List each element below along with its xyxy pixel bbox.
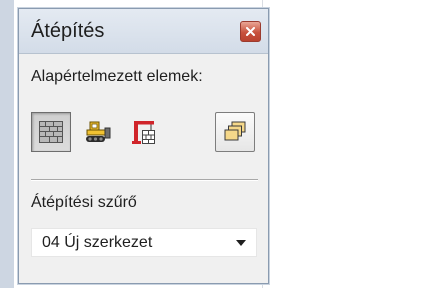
close-icon [246, 27, 255, 36]
renovation-filter-value: 04 Új szerkezet [42, 234, 153, 251]
close-button[interactable] [240, 21, 261, 42]
brick-wall-icon [39, 121, 63, 143]
layers-copy-icon [224, 121, 246, 141]
demolish-elements-button[interactable] [77, 112, 117, 152]
chevron-down-icon [236, 240, 246, 246]
crane-icon [132, 121, 155, 144]
override-settings-button[interactable] [215, 112, 255, 152]
renovation-palette: Átépítés Alapértelmezett elemek: Átépíté… [18, 8, 269, 284]
default-elements-label: Alapértelmezett elemek: [31, 68, 203, 85]
bulldozer-icon [86, 121, 111, 142]
background-right-area [272, 0, 430, 288]
section-separator [31, 179, 258, 180]
renovation-filter-dropdown[interactable]: 04 Új szerkezet [31, 228, 257, 257]
background-left-strip [0, 0, 14, 288]
palette-titlebar[interactable]: Átépítés [19, 9, 268, 54]
new-elements-button[interactable] [124, 112, 164, 152]
existing-elements-button[interactable] [31, 112, 71, 152]
palette-title: Átépítés [31, 20, 105, 42]
renovation-filter-label: Átépítési szűrő [31, 194, 137, 211]
